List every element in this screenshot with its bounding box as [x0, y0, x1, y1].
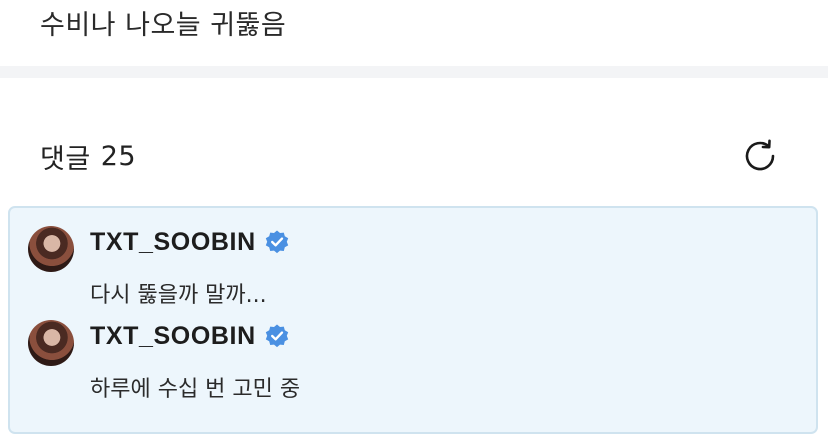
comment-author[interactable]: TXT_SOOBIN: [90, 322, 256, 351]
refresh-button[interactable]: [738, 134, 782, 178]
comment-text: 다시 뚫을까 말까...: [90, 283, 267, 308]
comments-highlight-box: TXT_SOOBIN 다시 뚫을까 말까... TXT_SOOBIN 하루에 수…: [8, 206, 818, 434]
comment-text: 하루에 수십 번 고민 중: [90, 377, 301, 402]
comment-author-row: TXT_SOOBIN: [90, 224, 290, 260]
comments-count: 25: [100, 140, 137, 172]
verified-badge-icon: [264, 323, 290, 349]
comments-header: 댓글 25: [40, 136, 136, 176]
avatar[interactable]: [28, 320, 74, 366]
section-divider: [0, 66, 828, 78]
refresh-icon: [745, 139, 775, 171]
post-text: 수비나 나오늘 귀뚫음: [40, 10, 287, 41]
comment-author-row: TXT_SOOBIN: [90, 318, 290, 354]
avatar[interactable]: [28, 226, 74, 272]
verified-badge-icon: [264, 229, 290, 255]
page: 수비나 나오늘 귀뚫음 댓글 25 TXT_SOOBIN 다시 뚫을까 말까..…: [0, 0, 828, 443]
comment-author[interactable]: TXT_SOOBIN: [90, 228, 256, 257]
comments-label: 댓글: [40, 143, 91, 175]
